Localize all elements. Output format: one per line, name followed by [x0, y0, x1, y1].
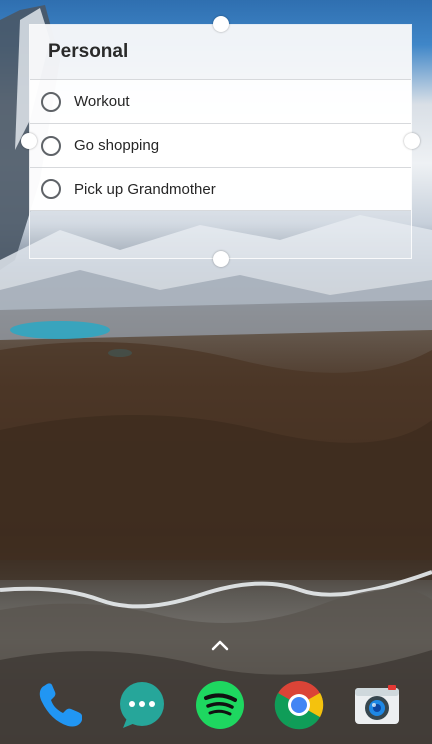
phone-icon[interactable] — [36, 680, 86, 730]
task-label: Go shopping — [74, 137, 160, 154]
task-checkbox[interactable] — [41, 91, 61, 112]
task-checkbox[interactable] — [41, 135, 61, 156]
task-checkbox[interactable] — [41, 179, 61, 199]
resize-handle-left[interactable] — [21, 133, 37, 149]
task-item-go-shopping[interactable]: Go shopping — [30, 123, 411, 167]
task-label: Pick up Grandmother — [74, 180, 216, 198]
task-item-workout[interactable]: Workout — [30, 79, 411, 123]
widget-header[interactable]: Personal — [30, 25, 411, 79]
task-list-widget[interactable]: Personal Workout Go shopping Pick up Gra… — [29, 24, 412, 259]
spotify-icon[interactable] — [195, 680, 245, 730]
resize-handle-bottom[interactable] — [213, 251, 229, 267]
chevron-up-icon[interactable] — [209, 637, 231, 653]
task-list: Workout Go shopping Pick up Grandmother — [30, 79, 411, 211]
task-item-pick-up-grandmother[interactable]: Pick up Grandmother — [30, 167, 411, 211]
widget-title: Personal — [48, 41, 129, 62]
task-label: Workout — [74, 93, 130, 110]
camera-icon[interactable] — [352, 680, 402, 730]
resize-handle-top[interactable] — [213, 16, 229, 32]
chrome-icon[interactable] — [274, 680, 324, 730]
messages-icon[interactable] — [117, 680, 167, 730]
resize-handle-right[interactable] — [404, 133, 420, 149]
